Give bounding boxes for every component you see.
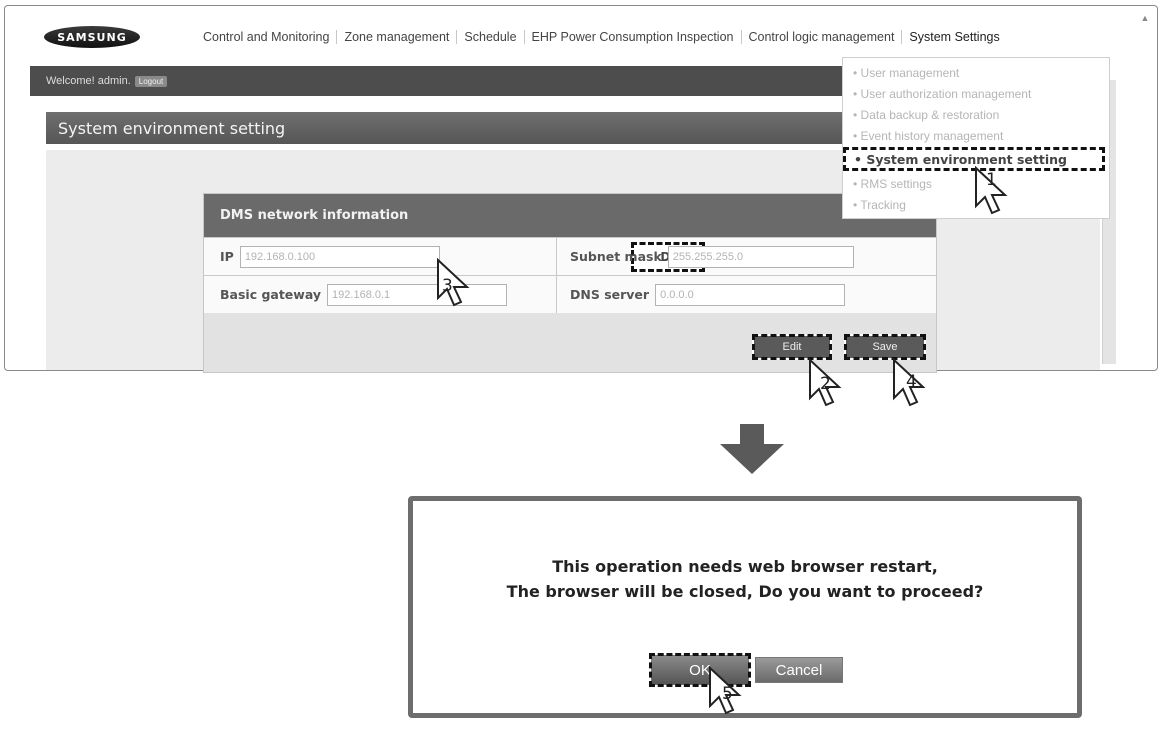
nav-system-settings[interactable]: System Settings: [902, 30, 1006, 44]
subnet-label: Subnet mask: [570, 249, 662, 264]
ip-label: IP: [220, 249, 234, 264]
gateway-label: Basic gateway: [220, 287, 322, 302]
step-number: 4: [906, 372, 917, 392]
dialog-message-line-2: The browser will be closed, Do you want …: [506, 582, 984, 601]
menu-item-data-backup[interactable]: • Data backup & restoration: [853, 108, 999, 122]
panel-title: DMS network information: [204, 194, 936, 237]
cancel-button[interactable]: Cancel: [755, 657, 843, 683]
step-number: 1: [986, 170, 997, 190]
dns-label: DNS server: [570, 287, 650, 302]
down-arrow-icon: [720, 424, 784, 474]
subnet-cell: Subnet mask 255.255.255.0: [570, 238, 854, 275]
network-row-ip: IP 192.168.0.100 DHCP Subnet mask 255.25…: [204, 237, 936, 275]
nav-schedule[interactable]: Schedule: [457, 30, 523, 44]
dns-input[interactable]: 0.0.0.0: [655, 283, 846, 306]
step-5-cursor-icon: 5: [706, 665, 748, 716]
step-number: 5: [722, 684, 733, 704]
subnet-input[interactable]: 255.255.255.0: [667, 245, 854, 268]
menu-item-user-management[interactable]: • User management: [853, 66, 959, 80]
step-number: 3: [442, 276, 453, 296]
step-4-cursor-icon: 4: [890, 357, 932, 408]
pointer-arrow-icon: [437, 257, 470, 307]
ip-input[interactable]: 192.168.0.100: [239, 245, 440, 268]
step-1-cursor-icon: 1: [972, 165, 1014, 216]
step-3-cursor-icon: 3: [434, 257, 476, 308]
top-navigation: Control and Monitoring Zone management S…: [196, 30, 1007, 44]
menu-item-user-authorization[interactable]: • User authorization management: [853, 87, 1031, 101]
step-number: 2: [820, 374, 831, 394]
dns-cell: DNS server 0.0.0.0: [570, 276, 846, 313]
edit-button[interactable]: Edit: [752, 334, 832, 360]
nav-ehp-power[interactable]: EHP Power Consumption Inspection: [525, 30, 741, 44]
ip-cell: IP 192.168.0.100: [220, 238, 440, 275]
dialog-message-line-1: This operation needs web browser restart…: [552, 557, 938, 576]
network-row-gateway: Basic gateway 192.168.0.1 DNS server 0.0…: [204, 275, 936, 313]
scroll-up-icon[interactable]: ▲: [1139, 12, 1151, 24]
menu-item-event-history[interactable]: • Event history management: [853, 129, 1003, 143]
cell-divider: [556, 238, 557, 275]
save-button[interactable]: Save: [844, 334, 926, 360]
nav-zone-management[interactable]: Zone management: [337, 30, 456, 44]
menu-item-tracking[interactable]: • Tracking: [853, 198, 906, 212]
gateway-input[interactable]: 192.168.0.1: [327, 283, 508, 306]
samsung-logo: SAMSUNG: [44, 26, 140, 48]
nav-control-monitoring[interactable]: Control and Monitoring: [196, 30, 336, 44]
logout-button[interactable]: Logout: [134, 75, 168, 87]
welcome-text: Welcome! admin.: [46, 75, 131, 87]
cell-divider: [556, 276, 557, 313]
menu-item-rms-settings[interactable]: • RMS settings: [853, 177, 932, 191]
nav-control-logic[interactable]: Control logic management: [742, 30, 902, 44]
step-2-cursor-icon: 2: [806, 357, 848, 408]
